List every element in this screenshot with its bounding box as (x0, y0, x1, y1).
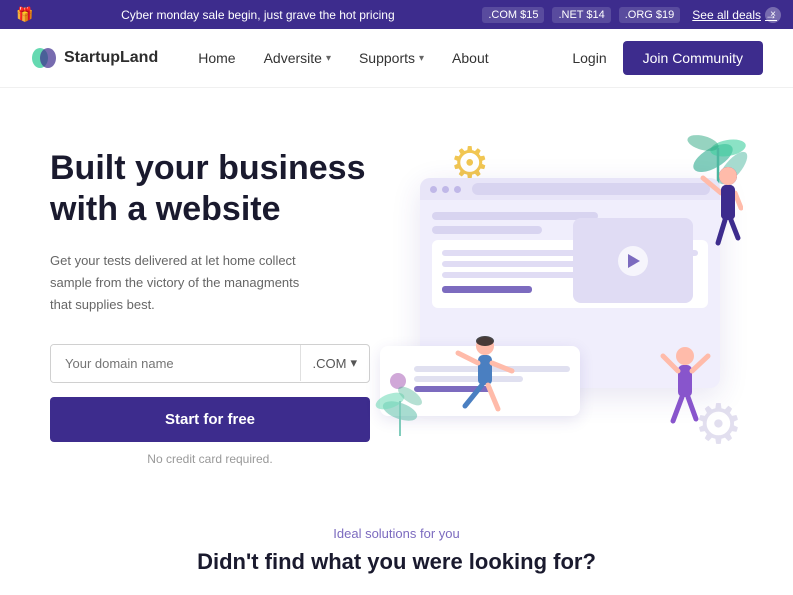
nav-about[interactable]: About (452, 50, 489, 66)
tld-badges: .COM $15 .NET $14 .ORG $19 (482, 7, 680, 23)
banner-close-button[interactable]: × (765, 7, 781, 23)
hero-illustration: ⚙ (370, 128, 763, 466)
logo[interactable]: StartupLand (30, 44, 158, 72)
bottom-section: Ideal solutions for you Didn't find what… (0, 496, 793, 595)
tld-net: .NET $14 (552, 7, 610, 23)
logo-icon (30, 44, 58, 72)
hero-title: Built your business with a website (50, 148, 370, 230)
person-left-figure (450, 331, 520, 436)
start-free-button[interactable]: Start for free (50, 397, 370, 442)
supports-chevron: ▾ (419, 53, 424, 64)
bottom-heading: Didn't find what you were looking for? (20, 549, 773, 575)
ideal-solutions-label: Ideal solutions for you (20, 526, 773, 541)
nav-supports[interactable]: Supports ▾ (359, 50, 424, 66)
tld-org: .ORG $19 (619, 7, 681, 23)
navbar: StartupLand Home Adversite ▾ Supports ▾ … (0, 29, 793, 88)
no-credit-text: No credit card required. (50, 452, 370, 466)
tld-com: .COM $15 (482, 7, 544, 23)
login-button[interactable]: Login (572, 50, 606, 66)
promo-text: Cyber monday sale begin, just grave the … (45, 8, 470, 22)
ext-chevron: ▾ (350, 355, 357, 371)
domain-search-input[interactable] (51, 345, 300, 382)
hero-section: Built your business with a website Get y… (0, 88, 793, 496)
nav-actions: Login Join Community (572, 41, 763, 75)
promo-banner: 🎁 Cyber monday sale begin, just grave th… (0, 0, 793, 29)
person-center-bottom-figure (658, 341, 713, 446)
domain-extension-select[interactable]: .COM ▾ (300, 345, 369, 381)
join-community-button[interactable]: Join Community (623, 41, 763, 75)
person-right-figure (683, 158, 743, 273)
gift-icon: 🎁 (16, 6, 33, 23)
domain-input-row: .COM ▾ (50, 344, 370, 383)
nav-home[interactable]: Home (198, 50, 235, 66)
nav-links: Home Adversite ▾ Supports ▾ About (198, 50, 572, 66)
hero-subtitle: Get your tests delivered at let home col… (50, 250, 310, 316)
nav-adversite[interactable]: Adversite ▾ (264, 50, 331, 66)
hero-content: Built your business with a website Get y… (50, 128, 370, 466)
plant-bottom-left-icon (370, 361, 450, 446)
adversite-chevron: ▾ (326, 53, 331, 64)
